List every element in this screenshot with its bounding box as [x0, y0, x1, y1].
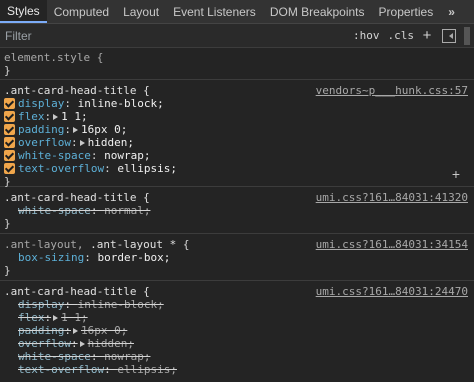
tab-event-listeners[interactable]: Event Listeners [166, 0, 263, 23]
add-property-button[interactable]: + [452, 166, 460, 182]
property-name[interactable]: overflow [18, 337, 71, 350]
expand-triangle-icon[interactable] [79, 139, 85, 146]
checkbox-icon[interactable] [4, 98, 15, 109]
rule-selector[interactable]: .ant-card-head-title { [4, 285, 150, 298]
property-name[interactable]: text-overflow [18, 162, 104, 175]
property-row: box-sizing: border-box; [18, 251, 171, 264]
property-value[interactable]: border-box; [97, 251, 170, 264]
expand-triangle-icon[interactable] [53, 314, 59, 321]
expand-triangle-icon[interactable] [79, 340, 85, 347]
property-value[interactable]: normal; [104, 204, 150, 217]
class-toggle-button[interactable]: .cls [384, 29, 419, 42]
rule-ant-card-head-title-umi-41320: .ant-card-head-title { umi.css?161…84031… [0, 188, 474, 234]
property-value[interactable]: hidden; [88, 136, 134, 149]
property-value[interactable]: inline-block; [78, 97, 164, 110]
property-value[interactable]: ellipsis; [117, 162, 177, 175]
property-row: flex: 1 1; [18, 311, 88, 324]
property-value[interactable]: hidden; [88, 337, 134, 350]
property-value[interactable]: nowrap; [104, 350, 150, 363]
tab-layout[interactable]: Layout [116, 0, 166, 23]
checkbox-icon[interactable] [4, 124, 15, 135]
stylesheet-link[interactable]: umi.css?161…84031:41320 [316, 191, 468, 204]
rule-selector[interactable]: .ant-card-head-title { [4, 191, 150, 204]
property-row: padding: 16px 0; [18, 324, 128, 337]
hover-state-button[interactable]: :hov [349, 29, 384, 42]
property-name[interactable]: flex [18, 311, 45, 324]
property-row: text-overflow: ellipsis; [0, 162, 474, 175]
rule-close-brace: } [4, 175, 11, 188]
checkbox-icon[interactable] [4, 137, 15, 148]
stylesheet-link[interactable]: umi.css?161…84031:34154 [316, 238, 468, 251]
property-value[interactable]: 16px 0; [81, 123, 127, 136]
property-value[interactable]: 16px 0; [81, 324, 127, 337]
property-name[interactable]: white-space [18, 350, 91, 363]
rule-ant-card-head-title-umi-24470: .ant-card-head-title { umi.css?161…84031… [0, 282, 474, 382]
rule-close-brace: } [4, 64, 11, 77]
tab-properties[interactable]: Properties [372, 0, 441, 23]
rule-element-style: element.style { } [0, 49, 474, 80]
property-name[interactable]: display [18, 97, 64, 110]
expand-triangle-icon[interactable] [72, 327, 78, 334]
new-style-rule-button[interactable]: + [418, 27, 436, 44]
rule-open-brace: { [182, 238, 190, 251]
checkbox-icon[interactable] [4, 111, 15, 122]
property-name[interactable]: flex [18, 110, 45, 123]
tab-dom-breakpoints[interactable]: DOM Breakpoints [263, 0, 372, 23]
property-value[interactable]: 1 1; [61, 311, 88, 324]
property-name[interactable]: padding [18, 123, 64, 136]
rule-close-brace: } [4, 264, 11, 277]
more-tabs-chevron-icon[interactable]: » [440, 0, 463, 23]
property-row: display: inline-block; [18, 298, 164, 311]
styles-filter-bar: Filter :hov .cls + [0, 24, 474, 48]
property-row: overflow: hidden; [0, 136, 474, 149]
property-row: flex: 1 1; [0, 110, 474, 123]
checkbox-icon[interactable] [4, 163, 15, 174]
rule-close-brace: } [4, 217, 11, 230]
rule-selector[interactable]: .ant-card-head-title { [4, 84, 150, 97]
tab-styles[interactable]: Styles [0, 0, 47, 23]
property-name[interactable]: padding [18, 324, 64, 337]
toggle-sidebar-icon[interactable] [442, 28, 456, 43]
checkbox-icon[interactable] [4, 150, 15, 161]
rule-selector-part[interactable]: .ant-layout, [4, 238, 83, 251]
property-row: padding: 16px 0; [0, 123, 474, 136]
rule-ant-card-head-title-vendors: .ant-card-head-title { vendors~p___hunk.… [0, 81, 474, 188]
property-name[interactable]: text-overflow [18, 363, 104, 376]
stylesheet-link[interactable]: vendors~p___hunk.css:57 [316, 84, 468, 97]
property-name[interactable]: box-sizing [18, 251, 84, 264]
rule-selector[interactable]: element.style { [4, 51, 103, 64]
property-name[interactable]: white-space [18, 204, 91, 217]
devtools-tab-bar: Styles Computed Layout Event Listeners D… [0, 0, 474, 24]
property-row: white-space: nowrap; [0, 149, 474, 162]
property-name[interactable]: white-space [18, 149, 91, 162]
property-row: white-space: nowrap; [18, 350, 151, 363]
rule-selector-part[interactable]: .ant-layout * [90, 238, 176, 251]
property-name[interactable]: overflow [18, 136, 71, 149]
expand-triangle-icon[interactable] [53, 113, 59, 120]
scrollbar-thumb[interactable] [464, 26, 470, 45]
rule-ant-layout: .ant-layout, .ant-layout * { umi.css?161… [0, 235, 474, 281]
property-row: display: inline-block; [0, 97, 474, 110]
property-row: text-overflow: ellipsis; [18, 363, 177, 376]
filter-input[interactable]: Filter [0, 24, 349, 47]
property-value[interactable]: inline-block; [78, 298, 164, 311]
expand-triangle-icon[interactable] [72, 126, 78, 133]
property-row: overflow: hidden; [18, 337, 134, 350]
property-value[interactable]: ellipsis; [117, 363, 177, 376]
tab-computed[interactable]: Computed [47, 0, 116, 23]
property-value[interactable]: nowrap; [104, 149, 150, 162]
property-value[interactable]: 1 1; [61, 110, 88, 123]
property-name[interactable]: display [18, 298, 64, 311]
stylesheet-link[interactable]: umi.css?161…84031:24470 [316, 285, 468, 298]
property-row: white-space: normal; [18, 204, 151, 217]
